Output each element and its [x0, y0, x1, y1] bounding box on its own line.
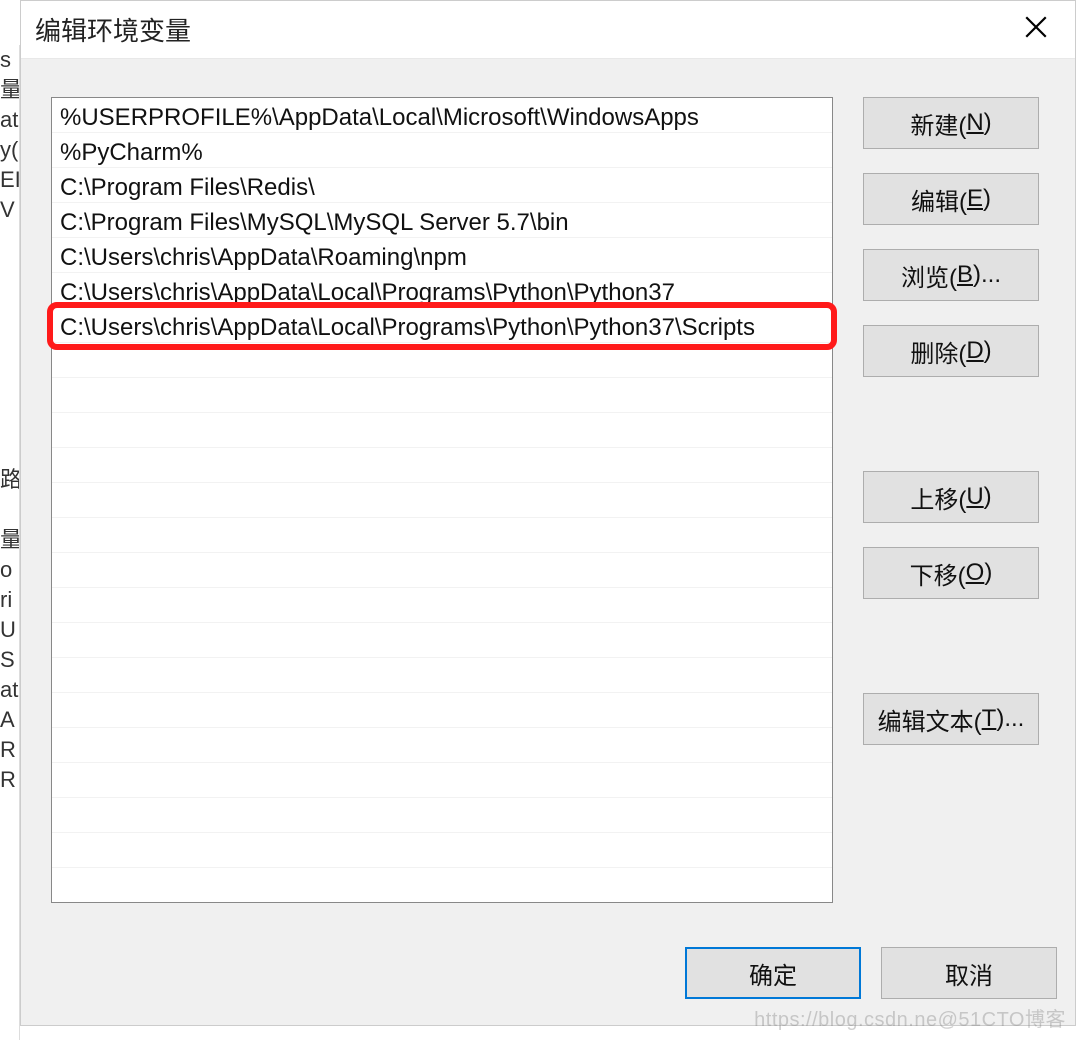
close-icon — [1023, 14, 1049, 45]
move-up-button[interactable]: 上移(U) — [863, 471, 1039, 523]
list-item[interactable]: %USERPROFILE%\AppData\Local\Microsoft\Wi… — [52, 98, 832, 133]
edit-env-var-dialog: 编辑环境变量 %USERPROFILE%\AppData\Local\Micro… — [20, 0, 1076, 1026]
move-down-button[interactable]: 下移(O) — [863, 547, 1039, 599]
list-item[interactable]: C:\Program Files\Redis\ — [52, 168, 832, 203]
ok-button[interactable]: 确定 — [685, 947, 861, 999]
list-item[interactable]: C:\Users\chris\AppData\Local\Programs\Py… — [52, 273, 832, 308]
dialog-title: 编辑环境变量 — [35, 11, 1011, 48]
close-button[interactable] — [1011, 5, 1061, 55]
dialog-content: %USERPROFILE%\AppData\Local\Microsoft\Wi… — [21, 59, 1075, 927]
side-buttons: 新建(N) 编辑(E) 浏览(B)... 删除(D) 上移(U) 下移(O) 编… — [863, 97, 1039, 909]
path-listbox[interactable]: %USERPROFILE%\AppData\Local\Microsoft\Wi… — [51, 97, 833, 903]
list-item[interactable]: %PyCharm% — [52, 133, 832, 168]
list-item[interactable]: C:\Users\chris\AppData\Roaming\npm — [52, 238, 832, 273]
titlebar: 编辑环境变量 — [21, 1, 1075, 59]
edit-text-button[interactable]: 编辑文本(T)... — [863, 693, 1039, 745]
edit-button[interactable]: 编辑(E) — [863, 173, 1039, 225]
list-item[interactable]: C:\Users\chris\AppData\Local\Programs\Py… — [52, 308, 832, 343]
dialog-footer: 确定 取消 — [21, 927, 1075, 1025]
background-partial-text: s 量 at y( EI V 路 量 o ri U S at A R R — [0, 45, 20, 1040]
cancel-button[interactable]: 取消 — [881, 947, 1057, 999]
new-button[interactable]: 新建(N) — [863, 97, 1039, 149]
list-item[interactable]: C:\Program Files\MySQL\MySQL Server 5.7\… — [52, 203, 832, 238]
delete-button[interactable]: 删除(D) — [863, 325, 1039, 377]
browse-button[interactable]: 浏览(B)... — [863, 249, 1039, 301]
